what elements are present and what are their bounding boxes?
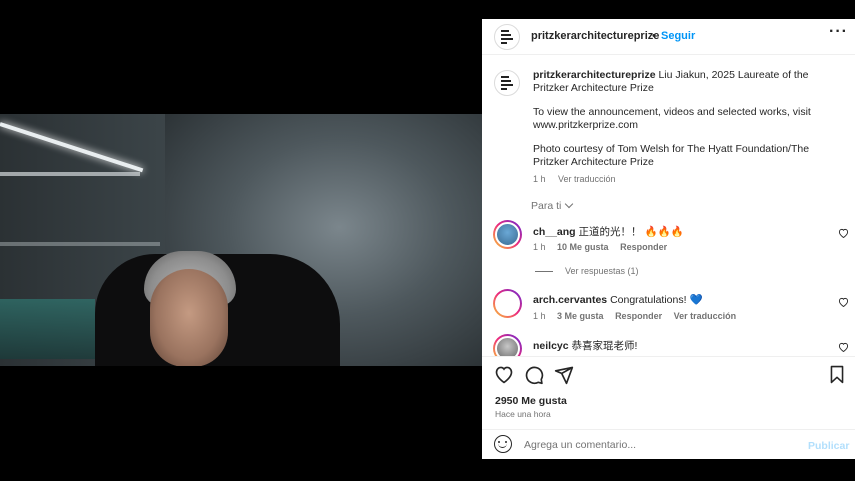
comments-scroll-area[interactable]: pritzkerarchitectureprize Liu Jiakun, 20…: [482, 56, 855, 356]
header-separator: •: [652, 30, 656, 42]
likes-count[interactable]: 2950 Me gusta: [495, 395, 567, 407]
publish-button[interactable]: Publicar: [808, 440, 849, 452]
caption-line-2: To view the announcement, videos and sel…: [533, 106, 811, 131]
comment-bubble-icon[interactable]: [524, 365, 544, 385]
comment-like-icon[interactable]: [838, 228, 849, 238]
comment-meta: 1 h 3 Me gusta Responder Ver traducción: [533, 311, 745, 321]
photo-ceiling-light: [0, 122, 144, 173]
comment-translate-link[interactable]: Ver traducción: [674, 311, 737, 321]
more-options-icon[interactable]: ···: [829, 23, 848, 41]
photo-shelf: [0, 172, 140, 176]
reply-button[interactable]: Responder: [615, 311, 662, 321]
comment-like-icon[interactable]: [838, 342, 849, 352]
add-comment-row: Publicar: [482, 429, 855, 460]
comment-content: neilcyc 恭喜家琨老师!: [533, 338, 637, 353]
comment-content: ch__ang 正道的光！！ 🔥🔥🔥: [533, 224, 684, 239]
caption-username[interactable]: pritzkerarchitectureprize: [533, 69, 656, 81]
caption-translate-link[interactable]: Ver traducción: [558, 174, 616, 184]
para-ti-label: Para ti: [531, 200, 562, 212]
comment-time[interactable]: 1 h: [533, 242, 546, 252]
view-replies-button[interactable]: Ver respuestas (1): [535, 266, 639, 276]
comment-time[interactable]: 1 h: [533, 311, 546, 321]
post-actions: 2950 Me gusta Hace una hora Publicar: [482, 356, 855, 459]
replies-divider: [535, 271, 553, 273]
comment-avatar[interactable]: [493, 289, 522, 318]
comment-like-icon[interactable]: [838, 297, 849, 307]
photo-person-face: [150, 269, 228, 366]
caption-avatar[interactable]: [494, 70, 520, 96]
follow-button[interactable]: Seguir: [661, 30, 695, 42]
chevron-down-icon: [565, 199, 574, 209]
post-photo: [0, 114, 482, 366]
comment-avatar[interactable]: [493, 220, 522, 249]
comment-avatar[interactable]: [493, 334, 522, 356]
post-header: pritzkerarchitectureprize • Seguir ···: [482, 19, 855, 55]
emoji-icon[interactable]: [494, 435, 512, 453]
save-bookmark-icon[interactable]: [829, 365, 845, 384]
para-ti-filter[interactable]: Para ti: [531, 199, 574, 212]
comment-text: 恭喜家琨老师!: [571, 340, 638, 352]
share-send-icon[interactable]: [554, 365, 574, 385]
photo-shelf: [0, 242, 160, 246]
caption-meta: 1 h Ver traducción: [533, 174, 626, 184]
comment-username[interactable]: neilcyc: [533, 340, 569, 352]
comment-username[interactable]: arch.cervantes: [533, 294, 607, 306]
comment-content: arch.cervantes Congratulations! 💙: [533, 293, 703, 306]
photo-architecture-model: [0, 299, 95, 359]
reply-button[interactable]: Responder: [620, 242, 667, 252]
post-time[interactable]: Hace una hora: [495, 409, 551, 419]
comment-meta: 1 h 10 Me gusta Responder: [533, 242, 676, 252]
like-heart-icon[interactable]: [494, 365, 514, 384]
view-replies-label: Ver respuestas (1): [565, 266, 639, 276]
add-comment-input[interactable]: [524, 436, 794, 454]
comment-likes[interactable]: 10 Me gusta: [557, 242, 609, 252]
caption-time[interactable]: 1 h: [533, 174, 546, 184]
comment-likes[interactable]: 3 Me gusta: [557, 311, 604, 321]
header-username[interactable]: pritzkerarchitectureprize: [531, 30, 659, 42]
account-avatar[interactable]: [494, 24, 520, 50]
caption-text: pritzkerarchitectureprize Liu Jiakun, 20…: [533, 69, 833, 180]
comment-text: 正道的光！！ 🔥🔥🔥: [578, 226, 684, 238]
comment-username[interactable]: ch__ang: [533, 226, 576, 238]
comment-text: Congratulations! 💙: [610, 294, 703, 306]
post-side-panel: pritzkerarchitectureprize • Seguir ··· p…: [482, 19, 855, 459]
caption-line-3: Photo courtesy of Tom Welsh for The Hyat…: [533, 143, 810, 168]
